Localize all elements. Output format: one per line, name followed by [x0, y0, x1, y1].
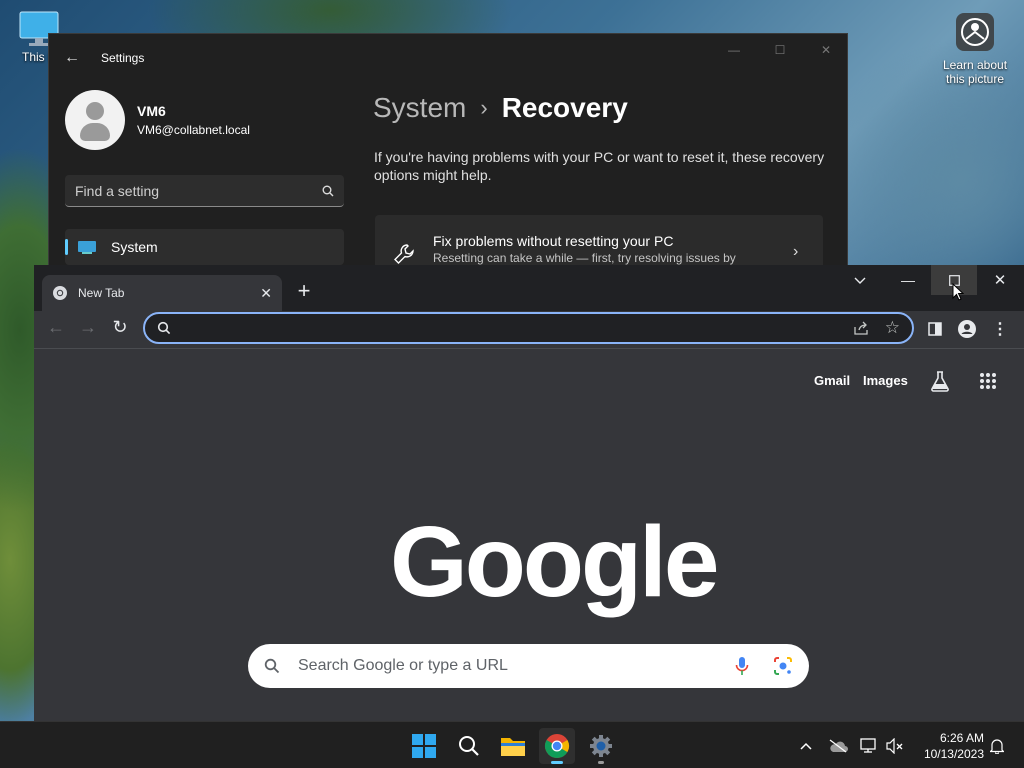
settings-window-controls: — ☐ ✕ — [711, 34, 847, 66]
chrome-menu-icon[interactable]: ⋮ — [990, 318, 1010, 340]
breadcrumb-separator: › — [480, 95, 488, 120]
settings-window: ← Settings — ☐ ✕ VM6 VM6@collabnet.local… — [48, 33, 848, 273]
clock-time: 6:26 AM — [939, 730, 984, 745]
omnibox[interactable]: ☆ — [143, 312, 914, 344]
fix-problems-title: Fix problems without resetting your PC — [433, 233, 674, 249]
desktop-icon-label-line1: Learn about — [942, 58, 1008, 72]
images-link[interactable]: Images — [863, 373, 908, 388]
system-icon — [78, 241, 96, 254]
maximize-button[interactable]: ☐ — [757, 34, 803, 66]
tab-search-chevron-icon[interactable] — [844, 267, 876, 295]
chrome-icon — [544, 734, 570, 759]
search-icon — [264, 658, 280, 674]
reload-button[interactable]: ↻ — [108, 315, 132, 339]
clock-date: 10/13/2023 — [923, 746, 984, 761]
find-setting-placeholder: Find a setting — [75, 182, 160, 199]
labs-flask-icon[interactable] — [928, 369, 952, 393]
volume-muted-icon[interactable] — [884, 722, 906, 768]
user-profile[interactable]: VM6 VM6@collabnet.local — [65, 90, 250, 150]
minimize-button[interactable]: — — [885, 265, 931, 295]
user-email: VM6@collabnet.local — [137, 123, 250, 137]
clock[interactable]: 6:26 AM 10/13/2023 — [914, 722, 984, 768]
onedrive-offline-icon[interactable] — [826, 722, 850, 768]
settings-taskbar-button[interactable] — [583, 728, 619, 764]
forward-button[interactable]: → — [76, 315, 100, 339]
recovery-description: If you're having problems with your PC o… — [374, 149, 825, 183]
windows-logo-icon — [412, 734, 436, 758]
camera-info-icon — [956, 13, 994, 51]
sidebar-item-system[interactable]: System — [65, 229, 344, 265]
close-button[interactable]: ✕ — [977, 265, 1023, 295]
settings-title: Settings — [101, 51, 145, 65]
google-lens-icon[interactable] — [773, 656, 793, 676]
chevron-right-icon: › — [793, 243, 799, 260]
running-app-indicator — [598, 761, 604, 764]
search-icon — [157, 321, 171, 335]
new-tab-button[interactable]: + — [292, 278, 316, 303]
sidebar-item-label: System — [111, 239, 158, 255]
breadcrumb: System › Recovery — [373, 92, 628, 124]
tab-close-icon[interactable]: ✕ — [260, 285, 272, 302]
tab-strip: New Tab ✕ + — ✕ — [34, 265, 1024, 311]
find-setting-input[interactable]: Find a setting — [65, 175, 344, 207]
search-icon — [459, 736, 479, 756]
google-search-box[interactable]: Search Google or type a URL — [248, 644, 809, 688]
chrome-taskbar-button[interactable] — [539, 728, 575, 764]
google-search-placeholder: Search Google or type a URL — [298, 657, 508, 674]
active-app-indicator — [551, 761, 563, 764]
notifications-bell-icon[interactable] — [986, 722, 1008, 768]
tab-new-tab[interactable]: New Tab ✕ — [42, 275, 282, 311]
fix-problems-subtitle: Resetting can take a while — first, try … — [433, 251, 736, 265]
taskbar: 6:26 AM 10/13/2023 — [0, 721, 1024, 768]
toolbar-divider — [34, 348, 1024, 349]
close-button[interactable]: ✕ — [803, 34, 847, 66]
minimize-button[interactable]: — — [711, 34, 757, 66]
desktop-icon-label-line2: this picture — [945, 72, 1005, 86]
selected-indicator — [65, 239, 68, 255]
desktop-icon-learn-picture[interactable]: Learn about this picture — [940, 12, 1010, 86]
chrome-favicon-icon — [53, 286, 67, 300]
profile-avatar-icon[interactable] — [956, 318, 978, 340]
search-button[interactable] — [451, 728, 487, 764]
google-logo: Google — [390, 506, 719, 618]
share-icon[interactable] — [853, 321, 869, 335]
microphone-icon[interactable] — [735, 656, 749, 676]
show-hidden-icons-chevron[interactable] — [795, 722, 817, 768]
back-button[interactable]: ← — [44, 315, 68, 339]
breadcrumb-parent[interactable]: System — [373, 92, 466, 124]
wrench-icon — [394, 244, 414, 264]
back-arrow-icon[interactable]: ← — [63, 49, 81, 67]
avatar — [65, 90, 125, 150]
bookmark-star-icon[interactable]: ☆ — [885, 318, 900, 338]
gear-icon — [590, 735, 612, 757]
mouse-cursor-icon — [952, 283, 964, 301]
page-title: Recovery — [501, 92, 628, 123]
user-name: VM6 — [137, 103, 166, 119]
google-apps-icon[interactable] — [976, 369, 1000, 393]
tab-title: New Tab — [78, 286, 125, 300]
search-icon — [322, 185, 334, 196]
start-button[interactable] — [406, 728, 442, 764]
folder-icon — [501, 738, 525, 756]
file-explorer-button[interactable] — [495, 728, 531, 764]
gmail-link[interactable]: Gmail — [814, 373, 850, 388]
side-panel-icon[interactable] — [924, 318, 946, 340]
network-icon[interactable] — [858, 722, 880, 768]
chrome-window: New Tab ✕ + — ✕ ← → ↻ ☆ ⋮ Gmail Images G… — [34, 265, 1024, 721]
